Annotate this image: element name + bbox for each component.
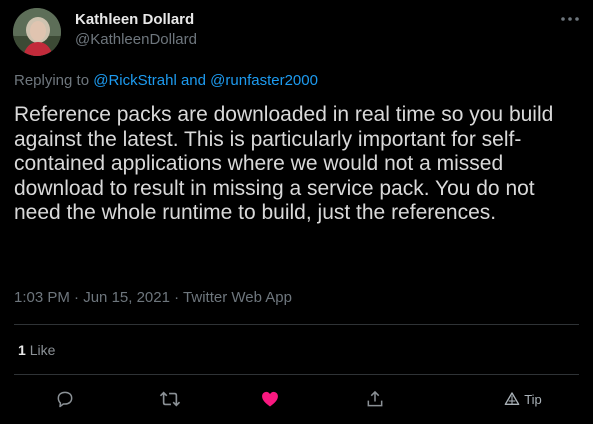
more-options-icon[interactable] [555,8,585,30]
tip-label: Tip [524,391,542,407]
retweet-icon [159,391,181,407]
share-button[interactable] [360,384,390,414]
like-button[interactable] [255,384,285,414]
reply-button[interactable] [50,384,80,414]
heart-icon [262,391,278,407]
reply-context: Replying to @RickStrahl and @runfaster20… [14,72,318,89]
tweet-date[interactable]: Jun 15, 2021 [83,289,170,306]
tip-button[interactable]: Tip [498,384,548,414]
comment-icon [57,391,73,408]
tip-icon [504,392,520,405]
avatar[interactable] [13,8,61,56]
likes-stat[interactable]: 1 Like [18,342,55,358]
tweet-time[interactable]: 1:03 PM [14,289,70,306]
reply-user-link[interactable]: @runfaster2000 [210,72,318,89]
retweet-button[interactable] [155,384,185,414]
tweet-text: Reference packs are downloaded in real t… [14,103,554,224]
tweet-meta: 1:03 PM · Jun 15, 2021 · Twitter Web App [14,289,292,306]
reply-user-link[interactable]: @RickStrahl [93,72,177,89]
author-handle[interactable]: @KathleenDollard [75,31,197,48]
divider [14,324,579,325]
likes-count: 1 [18,342,26,358]
tweet-source[interactable]: Twitter Web App [183,289,292,306]
divider [14,374,579,375]
reply-prefix: Replying to [14,72,90,89]
share-icon [367,390,383,407]
author-name[interactable]: Kathleen Dollard [75,11,194,28]
likes-label: Like [29,342,56,358]
reply-joiner: and [180,72,206,89]
